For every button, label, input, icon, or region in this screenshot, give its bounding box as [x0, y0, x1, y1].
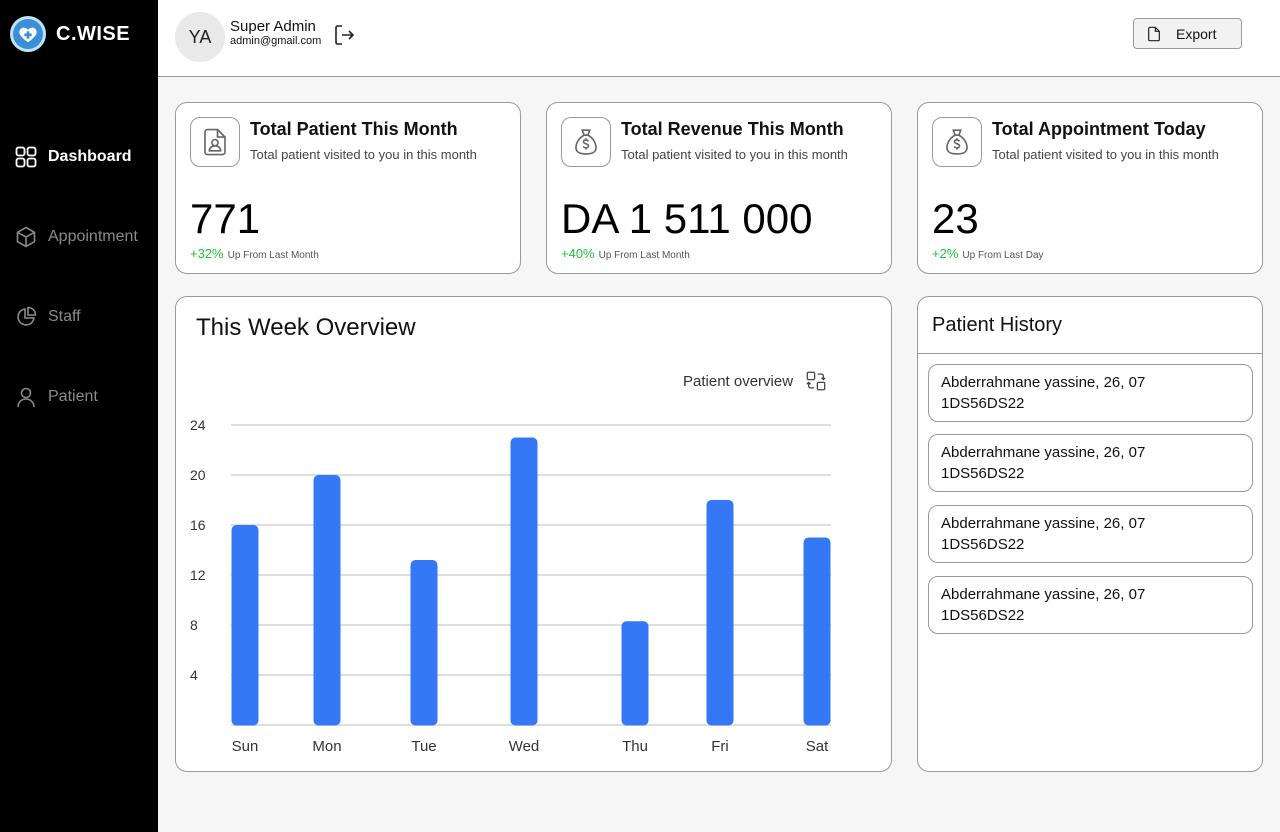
y-tick-label: 24 [190, 417, 206, 433]
stat-change: +40% [561, 246, 595, 261]
x-tick-label: Wed [509, 738, 540, 755]
sidebar-item-dashboard[interactable]: Dashboard [14, 145, 132, 169]
export-label: Export [1176, 25, 1217, 42]
swap-icon [806, 371, 826, 391]
x-tick-label: Sun [232, 738, 259, 755]
sidebar-item-patient[interactable]: Patient [14, 385, 98, 409]
patient-id: 1DS56DS22 [941, 536, 1025, 553]
stat-subtitle: Total patient visited to you in this mon… [992, 147, 1219, 162]
x-tick-label: Thu [622, 738, 648, 755]
stat-value: 771 [190, 195, 261, 242]
x-tick-label: Sat [806, 738, 829, 755]
stat-card-patients: Total Patient This Month Total patient v… [175, 102, 521, 274]
stat-title: Total Revenue This Month [621, 119, 844, 139]
bar-thu[interactable] [621, 621, 649, 726]
money-bag-icon [932, 117, 982, 167]
divider [918, 353, 1262, 354]
stat-trend: +40% Up From Last Month [561, 246, 690, 261]
user-name: Super Admin [230, 18, 316, 35]
brand[interactable]: C.WISE [10, 16, 130, 52]
y-tick-label: 8 [190, 617, 198, 633]
week-overview-chart: 4 8 12 16 20 24 Sun Mon Tue Wed Thu Fri Sat [190, 417, 831, 755]
grid-icon [15, 146, 37, 168]
stat-trend: +2% Up From Last Day [932, 246, 1044, 261]
stat-change: +32% [190, 246, 224, 261]
y-tick-label: 4 [190, 667, 198, 683]
stat-change-text: Up From Last Day [962, 250, 1044, 261]
stat-card-revenue: Total Revenue This Month Total patient v… [546, 102, 892, 274]
stat-change: +2% [932, 246, 959, 261]
chart-title: This Week Overview [196, 314, 416, 341]
patient-card-icon [190, 117, 240, 167]
y-tick-label: 20 [190, 467, 206, 483]
stat-title: Total Patient This Month [250, 119, 458, 139]
sidebar-item-label: Dashboard [48, 148, 132, 165]
sidebar-item-label: Patient [48, 388, 98, 405]
bar-sat[interactable] [803, 537, 831, 726]
x-tick-label: Tue [411, 738, 436, 755]
file-export-icon [1148, 26, 1160, 41]
bar-fri[interactable] [706, 500, 734, 726]
stat-value: 23 [932, 195, 979, 242]
sidebar-item-label: Staff [48, 308, 81, 325]
x-tick-label: Mon [312, 738, 341, 755]
sidebar: C.WISE Dashboard Appointment Staff Patie… [0, 0, 158, 832]
brand-name: C.WISE [56, 22, 131, 45]
patient-info: Abderrahmane yassine, 26, 07 [941, 374, 1146, 391]
stat-subtitle: Total patient visited to you in this mon… [250, 147, 477, 162]
user-email: admin@gmail.com [230, 35, 322, 47]
sidebar-item-appointment[interactable]: Appointment [14, 225, 138, 249]
y-tick-label: 16 [190, 517, 206, 533]
logout-icon[interactable] [332, 23, 356, 47]
pie-icon [17, 306, 37, 326]
avatar[interactable]: YA [175, 12, 225, 62]
stat-change-text: Up From Last Month [598, 250, 690, 261]
patient-info: Abderrahmane yassine, 26, 07 [941, 515, 1146, 532]
stat-title: Total Appointment Today [992, 119, 1206, 139]
export-button[interactable]: Export [1133, 18, 1242, 49]
x-tick-label: Fri [711, 738, 729, 755]
history-title: Patient History [932, 314, 1063, 336]
toggle-label: Patient overview [683, 372, 794, 390]
sidebar-item-label: Appointment [48, 228, 138, 245]
stat-trend: +32% Up From Last Month [190, 246, 319, 261]
stat-change-text: Up From Last Month [227, 250, 319, 261]
stat-subtitle: Total patient visited to you in this mon… [621, 147, 848, 162]
patient-id: 1DS56DS22 [941, 395, 1025, 412]
patient-info: Abderrahmane yassine, 26, 07 [941, 586, 1146, 603]
history-item[interactable]: Abderrahmane yassine, 26, 07 1DS56DS22 [928, 364, 1253, 422]
week-overview-card: 4 8 12 16 20 24 Sun Mon Tue Wed Thu Fri Sat This Wee… [175, 296, 892, 772]
patient-info: Abderrahmane yassine, 26, 07 [941, 444, 1146, 461]
bar-sun[interactable] [231, 525, 259, 726]
patient-id: 1DS56DS22 [941, 465, 1025, 482]
user-icon [17, 387, 35, 408]
money-bag-icon [561, 117, 611, 167]
patient-overview-toggle[interactable]: Patient overview [683, 370, 827, 392]
history-item[interactable]: Abderrahmane yassine, 26, 07 1DS56DS22 [928, 505, 1253, 563]
patient-id: 1DS56DS22 [941, 607, 1025, 624]
bar-mon[interactable] [313, 475, 341, 726]
patient-history-card: Patient History Abderrahmane yassine, 26… [917, 296, 1263, 772]
bar-tue[interactable] [410, 560, 438, 726]
heart-cross-logo-icon [10, 16, 46, 52]
sidebar-item-staff[interactable]: Staff [14, 305, 81, 329]
stat-value: DA 1 511 000 [561, 195, 813, 242]
history-item[interactable]: Abderrahmane yassine, 26, 07 1DS56DS22 [928, 576, 1253, 634]
top-header: YA Super Admin admin@gmail.com Export [158, 0, 1280, 77]
cube-icon [16, 226, 36, 248]
y-tick-label: 12 [190, 567, 206, 583]
bar-wed[interactable] [510, 437, 538, 726]
stat-card-appointments: Total Appointment Today Total patient vi… [917, 102, 1263, 274]
history-item[interactable]: Abderrahmane yassine, 26, 07 1DS56DS22 [928, 434, 1253, 492]
